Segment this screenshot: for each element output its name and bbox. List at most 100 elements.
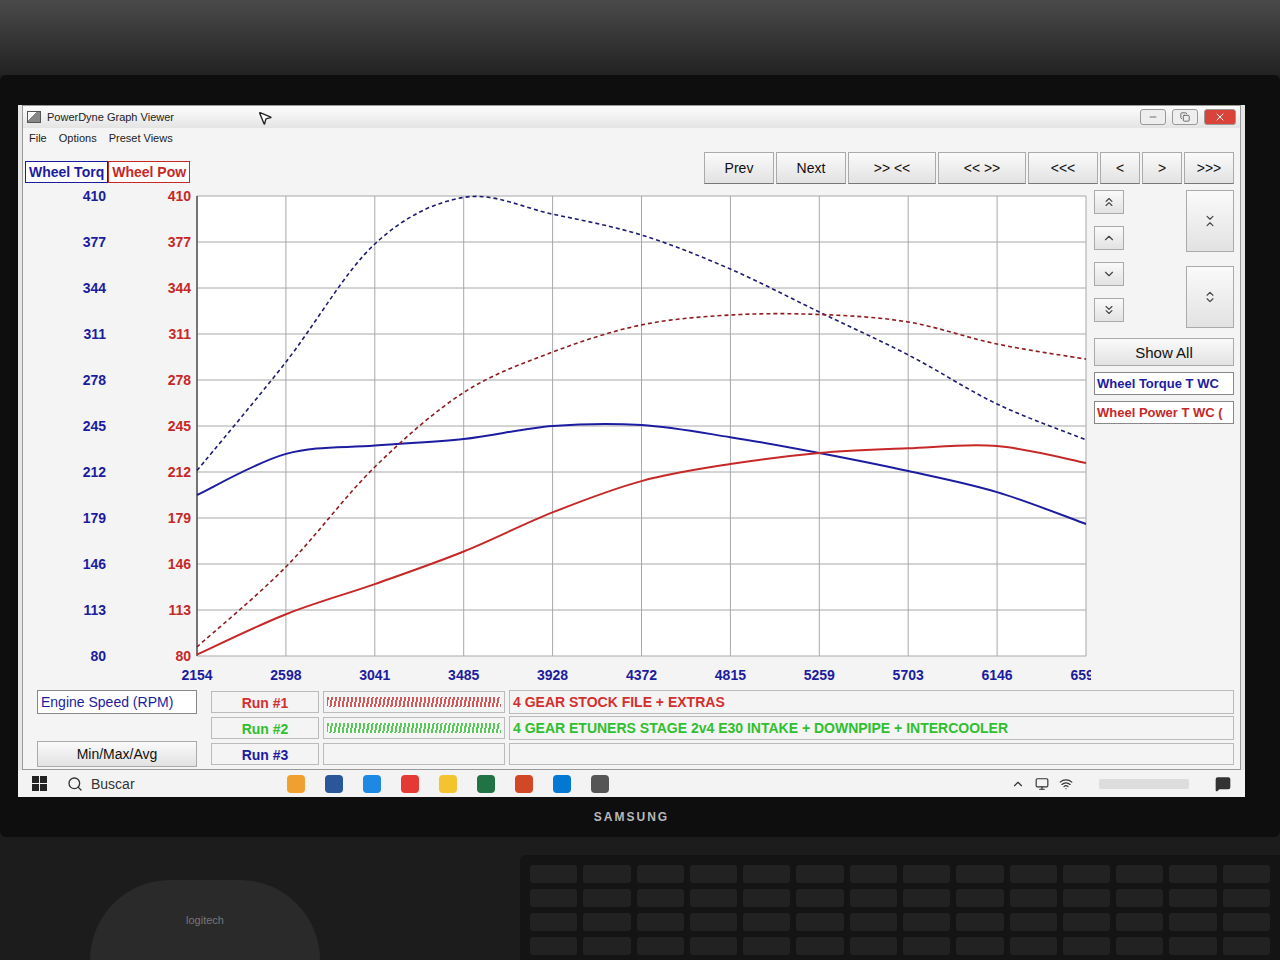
keyboard-key — [1116, 913, 1163, 931]
keyboard-key — [530, 937, 577, 955]
zoom-button[interactable] — [1094, 190, 1124, 214]
minimize-button[interactable] — [1140, 109, 1166, 125]
app-tile-icon[interactable] — [287, 775, 305, 793]
x-tick: 2154 — [181, 196, 212, 683]
system-tray — [1011, 776, 1231, 792]
y-tick: 8080 — [90, 648, 1086, 664]
keyboard-key — [530, 889, 577, 907]
chart-box: 4104103773773443443113112782782452452122… — [23, 188, 1090, 689]
nav-button[interactable]: Next — [776, 152, 846, 184]
menu-item[interactable]: Preset Views — [109, 132, 173, 144]
nav-button[interactable]: < — [1100, 152, 1140, 184]
svg-text:410: 410 — [168, 188, 192, 204]
windows-start-icon[interactable] — [32, 776, 47, 791]
svg-text:212: 212 — [168, 464, 192, 480]
monitor: PowerDyne Graph Viewer File Options Preset … — [0, 75, 1280, 837]
min-max-avg-button[interactable]: Min/Max/Avg — [37, 741, 197, 767]
keyboard-key — [850, 865, 897, 883]
menu-item[interactable]: File — [29, 132, 47, 144]
run-label[interactable]: Run #2 — [211, 717, 319, 739]
close-button[interactable] — [1204, 109, 1236, 125]
dyno-chart: 4104103773773443443113112782782452452122… — [23, 188, 1091, 683]
svg-text:245: 245 — [83, 418, 107, 434]
run-swatch — [323, 717, 505, 739]
keyboard-key — [903, 913, 950, 931]
axis-tab[interactable]: Wheel Pow — [108, 161, 190, 183]
run-row: Engine Speed (RPM)Run #14 GEAR STOCK FIL… — [37, 689, 1234, 715]
x-tick: 3928 — [537, 196, 568, 683]
app-tile-icon[interactable] — [401, 775, 419, 793]
zoom-button[interactable] — [1094, 226, 1124, 250]
nav-button[interactable]: > — [1142, 152, 1182, 184]
series-line — [197, 424, 1086, 524]
title-bar: PowerDyne Graph Viewer — [23, 106, 1240, 128]
keyboard-key — [530, 865, 577, 883]
y-tick: 344344 — [83, 280, 1086, 296]
restore-button[interactable] — [1172, 109, 1198, 125]
axis-tab[interactable]: Wheel Torq — [25, 161, 108, 183]
toolbar: Wheel TorqWheel PowPrevNext>> <<<< >><<<… — [23, 148, 1240, 188]
nav-button[interactable]: >>> — [1184, 152, 1234, 184]
keyboard-key — [1010, 889, 1057, 907]
display-icon[interactable] — [1035, 777, 1049, 791]
svg-text:278: 278 — [83, 372, 107, 388]
run-swatch — [323, 691, 505, 713]
nav-button[interactable]: << >> — [938, 152, 1026, 184]
keyboard-key — [956, 913, 1003, 931]
keyboard-key — [1063, 865, 1110, 883]
taskbar-search[interactable]: Buscar — [57, 776, 277, 792]
y-tick: 278278 — [83, 372, 1086, 388]
search-icon — [67, 776, 83, 792]
keyboard-key — [1010, 937, 1057, 955]
keyboard-key — [690, 937, 737, 955]
keyboard-key — [1010, 913, 1057, 931]
run-swatch — [323, 743, 505, 765]
show-all-button[interactable]: Show All — [1094, 338, 1234, 366]
up-icon — [1102, 231, 1116, 245]
nav-button[interactable]: Prev — [704, 152, 774, 184]
y-tick: 410 410 — [83, 188, 1086, 204]
app-tile-icon[interactable] — [591, 775, 609, 793]
run-label[interactable]: Run #3 — [211, 743, 319, 765]
zoom-button[interactable] — [1186, 266, 1234, 328]
plot-area — [197, 196, 1086, 656]
x-axis-label: Engine Speed (RPM) — [37, 690, 197, 714]
app-tile-icon[interactable] — [439, 775, 457, 793]
zoom-button[interactable] — [1094, 262, 1124, 286]
run-label[interactable]: Run #1 — [211, 691, 319, 713]
zoom-button[interactable] — [1186, 190, 1234, 252]
keyboard-key — [637, 865, 684, 883]
app-tile-icon[interactable] — [325, 775, 343, 793]
keyboard-key — [583, 913, 630, 931]
keyboard-key — [796, 865, 843, 883]
y-tick: 146146 — [83, 556, 1086, 572]
svg-text:311: 311 — [83, 326, 106, 342]
keyboard-key — [743, 937, 790, 955]
svg-text:113: 113 — [168, 602, 191, 618]
monitor-brand: SAMSUNG — [18, 797, 1245, 837]
menu-bar: File Options Preset Views — [23, 128, 1240, 148]
svg-text:4372: 4372 — [626, 667, 657, 683]
menu-item[interactable]: Options — [59, 132, 97, 144]
tray-chevron-icon[interactable] — [1011, 777, 1025, 791]
keyboard-key — [850, 889, 897, 907]
svg-text:3041: 3041 — [359, 667, 390, 683]
svg-text:377: 377 — [83, 234, 107, 250]
network-icon[interactable] — [1059, 777, 1073, 791]
svg-text:410: 410 — [83, 188, 107, 204]
x-tick: 6146 — [982, 196, 1013, 683]
notification-icon[interactable] — [1215, 776, 1231, 792]
app-window: PowerDyne Graph Viewer File Options Preset … — [22, 105, 1241, 770]
keyboard-key — [690, 889, 737, 907]
nav-button[interactable]: <<< — [1028, 152, 1098, 184]
app-tile-icon[interactable] — [553, 775, 571, 793]
zoom-button[interactable] — [1094, 298, 1124, 322]
photo: PowerDyne Graph Viewer File Options Preset … — [0, 0, 1280, 960]
keyboard-key — [850, 913, 897, 931]
nav-button[interactable]: >> << — [848, 152, 936, 184]
app-tile-icon[interactable] — [515, 775, 533, 793]
app-tile-icon[interactable] — [363, 775, 381, 793]
app-tile-icon[interactable] — [477, 775, 495, 793]
close-icon — [1214, 111, 1226, 123]
svg-text:344: 344 — [83, 280, 107, 296]
